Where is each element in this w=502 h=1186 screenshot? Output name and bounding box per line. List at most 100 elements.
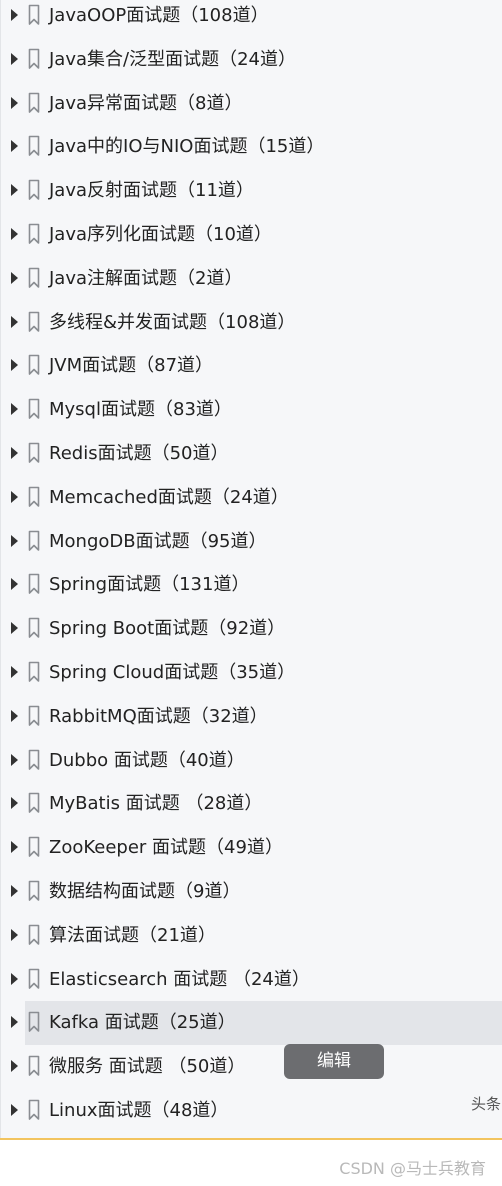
caret-right-icon[interactable] bbox=[11, 140, 18, 153]
outline-item-label: Memcached面试题（24道） bbox=[49, 486, 289, 508]
caret-right-icon[interactable] bbox=[11, 753, 18, 766]
caret-right-icon[interactable] bbox=[11, 928, 18, 941]
outline-item-label: Spring Cloud面试题（35道） bbox=[49, 662, 296, 683]
outline-item[interactable]: Dubbo 面试题（40道） bbox=[1, 739, 502, 783]
outline-item[interactable]: 微服务 面试题 （50道） bbox=[1, 1045, 502, 1089]
outline-item-label: ZooKeeper 面试题（49道） bbox=[49, 837, 283, 859]
outline-item[interactable]: Java异常面试题（8道） bbox=[1, 82, 502, 126]
outline-item[interactable]: Java序列化面试题（10道） bbox=[1, 213, 502, 257]
outline-item[interactable]: Memcached面试题（24道） bbox=[1, 476, 502, 520]
edit-button[interactable]: 编辑 bbox=[284, 1044, 384, 1079]
caret-right-icon[interactable] bbox=[11, 622, 18, 635]
outline-item[interactable]: JVM面试题（87道） bbox=[1, 344, 502, 388]
outline-item-label: Java注解面试题（2道） bbox=[49, 267, 243, 289]
outline-item[interactable]: Kafka 面试题（25道） bbox=[1, 1001, 502, 1046]
caret-right-icon[interactable] bbox=[11, 184, 18, 197]
caret-right-icon[interactable] bbox=[11, 841, 18, 854]
clipped-label: 头条 bbox=[471, 1095, 502, 1113]
outline-item[interactable]: Java中的IO与NIO面试题（15道） bbox=[1, 125, 502, 169]
section-divider bbox=[0, 1138, 502, 1140]
outline-item-label: Spring面试题（131道） bbox=[49, 574, 250, 596]
outline-item-label: Mysql面试题（83道） bbox=[49, 399, 232, 421]
caret-right-icon[interactable] bbox=[11, 666, 18, 678]
outline-item[interactable]: RabbitMQ面试题（32道） bbox=[1, 695, 502, 739]
bookmark-icon bbox=[28, 836, 40, 857]
caret-right-icon[interactable] bbox=[11, 96, 18, 109]
csdn-watermark: CSDN @马士兵教育 bbox=[339, 1159, 486, 1178]
bookmark-icon bbox=[28, 355, 40, 376]
caret-right-icon[interactable] bbox=[11, 797, 18, 810]
outline-item[interactable]: Mysql面试题（83道） bbox=[1, 388, 502, 432]
outline-item[interactable]: Java反射面试题（11道） bbox=[1, 169, 502, 213]
outline-item[interactable]: Redis面试题（50道） bbox=[1, 432, 502, 476]
caret-right-icon[interactable] bbox=[11, 534, 18, 547]
outline-item-label: Java序列化面试题（10道） bbox=[49, 224, 272, 245]
bookmark-icon bbox=[28, 530, 40, 551]
outline-item[interactable]: Java注解面试题（2道） bbox=[1, 257, 502, 301]
bookmark-icon bbox=[28, 574, 40, 595]
outline-item-label: Java异常面试题（8道） bbox=[49, 92, 243, 114]
outline-item[interactable]: Linux面试题（48道） bbox=[1, 1089, 502, 1133]
bookmark-icon bbox=[28, 136, 40, 157]
outline-item-label: JVM面试题（87道） bbox=[49, 355, 214, 377]
bookmark-icon bbox=[28, 4, 40, 25]
caret-right-icon[interactable] bbox=[11, 9, 18, 21]
outline-item[interactable]: ZooKeeper 面试题（49道） bbox=[1, 826, 502, 870]
caret-right-icon[interactable] bbox=[11, 359, 18, 372]
outline-item[interactable]: 算法面试题（21道） bbox=[1, 914, 502, 958]
outline-item-label: Kafka 面试题（25道） bbox=[49, 1012, 236, 1034]
outline-item-label: RabbitMQ面试题（32道） bbox=[49, 705, 268, 727]
caret-right-icon[interactable] bbox=[11, 578, 18, 591]
outline-item-label: 微服务 面试题 （50道） bbox=[49, 1056, 246, 1078]
outline-item[interactable]: Java集合/泛型面试题（24道） bbox=[1, 38, 502, 82]
bookmark-icon bbox=[28, 1012, 40, 1033]
outline-item-label: 算法面试题（21道） bbox=[49, 924, 216, 946]
caret-right-icon[interactable] bbox=[11, 1016, 18, 1029]
caret-right-icon[interactable] bbox=[11, 315, 18, 328]
caret-right-icon[interactable] bbox=[11, 709, 18, 722]
bookmark-icon bbox=[28, 617, 40, 638]
outline-item-label: 数据结构面试题（9道） bbox=[49, 881, 241, 902]
outline-item-label: MyBatis 面试题 （28道） bbox=[49, 793, 263, 815]
caret-right-icon[interactable] bbox=[11, 1104, 18, 1116]
outline-item-label: Java集合/泛型面试题（24道） bbox=[49, 48, 296, 70]
bookmark-icon bbox=[28, 1099, 40, 1120]
caret-right-icon[interactable] bbox=[11, 403, 18, 416]
bookmark-icon bbox=[28, 486, 40, 507]
outline-item-label: Elasticsearch 面试题 （24道） bbox=[49, 968, 310, 990]
outline-item-label: Dubbo 面试题（40道） bbox=[49, 749, 245, 771]
outline-item[interactable]: Spring面试题（131道） bbox=[1, 563, 502, 607]
bookmark-icon bbox=[28, 223, 40, 244]
caret-right-icon[interactable] bbox=[11, 490, 18, 503]
outline-item[interactable]: Spring Cloud面试题（35道） bbox=[1, 651, 502, 695]
bookmark-icon bbox=[28, 793, 40, 814]
outline-item[interactable]: Elasticsearch 面试题 （24道） bbox=[1, 958, 502, 1002]
outline-item-label: 多线程&并发面试题（108道） bbox=[49, 311, 296, 333]
caret-right-icon[interactable] bbox=[11, 52, 18, 65]
outline-item[interactable]: 多线程&并发面试题（108道） bbox=[1, 301, 502, 345]
caret-right-icon[interactable] bbox=[11, 972, 18, 985]
outline-item[interactable]: MyBatis 面试题 （28道） bbox=[1, 782, 502, 826]
outline-item-label: Redis面试题（50道） bbox=[49, 443, 229, 464]
caret-right-icon[interactable] bbox=[11, 1060, 18, 1073]
bookmark-icon bbox=[28, 442, 40, 463]
outline-item[interactable]: 数据结构面试题（9道） bbox=[1, 870, 502, 914]
caret-right-icon[interactable] bbox=[11, 885, 18, 897]
outline-item[interactable]: JavaOOP面试题（108道） bbox=[1, 0, 502, 38]
bookmark-icon bbox=[28, 968, 40, 989]
outline-item[interactable]: Spring Boot面试题（92道） bbox=[1, 607, 502, 651]
bookmark-icon bbox=[28, 880, 40, 901]
outline-item-label: Java反射面试题（11道） bbox=[49, 180, 254, 202]
outline-item-label: Java中的IO与NIO面试题（15道） bbox=[49, 136, 325, 158]
caret-right-icon[interactable] bbox=[11, 228, 18, 240]
bookmark-icon bbox=[28, 179, 40, 200]
caret-right-icon[interactable] bbox=[11, 271, 18, 284]
outline-item[interactable]: MongoDB面试题（95道） bbox=[1, 520, 502, 564]
outline-item-label: Spring Boot面试题（92道） bbox=[49, 618, 286, 640]
bookmark-icon bbox=[28, 924, 40, 945]
bookmark-icon bbox=[28, 749, 40, 770]
bookmark-icon bbox=[28, 267, 40, 288]
outline-item-label: Linux面试题（48道） bbox=[49, 1100, 229, 1121]
caret-right-icon[interactable] bbox=[11, 447, 18, 459]
bookmark-icon bbox=[28, 92, 40, 113]
